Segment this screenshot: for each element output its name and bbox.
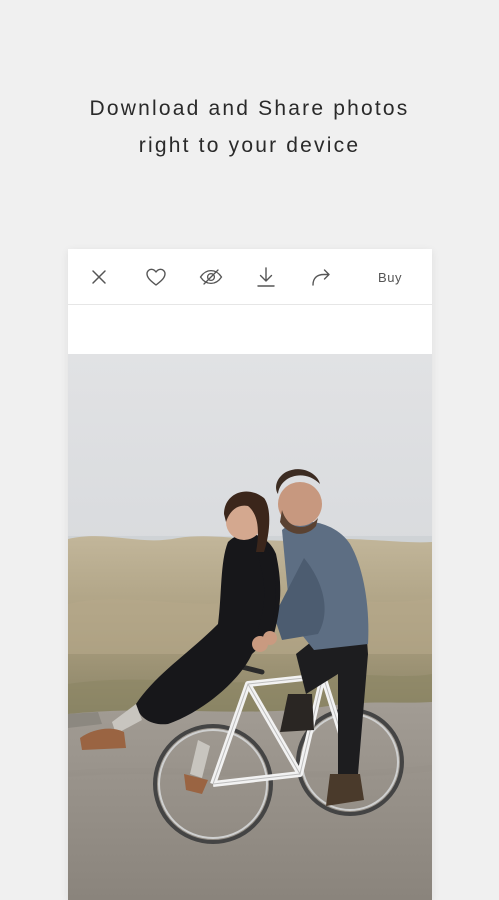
- headline-line-2: right to your device: [138, 134, 361, 157]
- share-button[interactable]: [299, 249, 343, 305]
- photo-viewer-card: Buy: [68, 249, 432, 900]
- couple-bicycle-photo: [68, 354, 432, 900]
- close-button[interactable]: [77, 249, 121, 305]
- download-icon: [257, 267, 275, 287]
- photo[interactable]: [68, 354, 432, 900]
- like-button[interactable]: [134, 249, 178, 305]
- hide-button[interactable]: [189, 249, 233, 305]
- photo-toolbar: Buy: [68, 249, 432, 305]
- buy-button[interactable]: Buy: [368, 249, 412, 305]
- onboarding-headline: Download and Share photos right to your …: [0, 90, 499, 164]
- eye-slash-icon: [199, 269, 223, 285]
- download-button[interactable]: [244, 249, 288, 305]
- headline-line-1: Download and Share photos: [89, 97, 410, 120]
- heart-icon: [146, 268, 166, 286]
- share-arrow-icon: [312, 269, 330, 286]
- close-icon: [92, 270, 106, 284]
